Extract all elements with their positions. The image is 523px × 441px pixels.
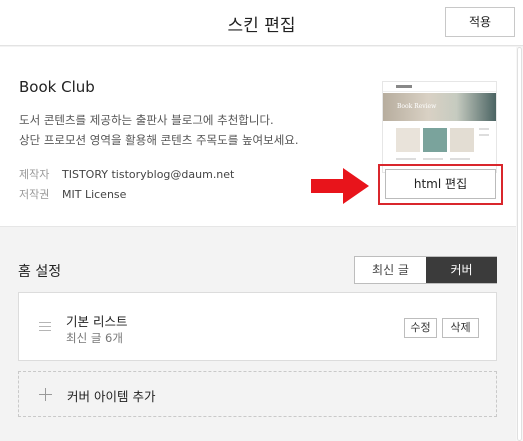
drag-handle-icon[interactable] — [39, 322, 51, 332]
maker-label: 제작자 — [19, 168, 50, 181]
thumbnail-card — [396, 128, 420, 152]
maker-row: 제작자 TISTORY tistoryblog@daum.net — [19, 166, 234, 182]
editor-header: 스킨 편집 적용 — [0, 0, 523, 46]
license-label: 저작권 — [19, 188, 50, 201]
add-cover-item-label: 커버 아이템 추가 — [67, 389, 156, 404]
thumbnail-card — [423, 128, 447, 152]
cover-item-subtitle: 최신 글 6개 — [66, 331, 123, 345]
thumbnail-card — [450, 128, 474, 152]
skin-info-panel: Book Club 도서 콘텐츠를 제공하는 출판사 블로그에 추천합니다. 상… — [0, 47, 523, 227]
skin-name: Book Club — [19, 78, 95, 96]
skin-description-line: 상단 프로모션 영역을 활용해 콘텐츠 주목도를 높여보세요. — [19, 133, 299, 147]
add-cover-item-button[interactable]: 커버 아이템 추가 — [18, 371, 497, 417]
home-settings-title: 홈 설정 — [18, 264, 62, 280]
scrollbar-thumb[interactable] — [517, 47, 522, 441]
license-row: 저작권 MIT License — [19, 186, 126, 202]
maker-value: TISTORY tistoryblog@daum.net — [62, 168, 235, 181]
html-edit-button[interactable]: html 편집 — [385, 169, 496, 199]
scrollbar[interactable] — [516, 47, 523, 441]
thumbnail-hero-text: Book Review — [397, 103, 437, 110]
tab-latest-posts[interactable]: 최신 글 — [355, 257, 426, 283]
license-value: MIT License — [62, 188, 127, 201]
pointer-arrow-icon — [311, 168, 369, 204]
skin-description: 도서 콘텐츠를 제공하는 출판사 블로그에 추천합니다. 상단 프로모션 영역을… — [19, 110, 299, 150]
tab-cover[interactable]: 커버 — [426, 257, 497, 283]
home-mode-toggle: 최신 글 커버 — [354, 256, 497, 284]
apply-button[interactable]: 적용 — [445, 7, 515, 37]
cover-item: 기본 리스트 최신 글 6개 수정 삭제 — [18, 292, 497, 361]
skin-thumbnail: Book Review — [382, 81, 497, 173]
skin-description-line: 도서 콘텐츠를 제공하는 출판사 블로그에 추천합니다. — [19, 113, 274, 127]
plus-icon — [39, 388, 52, 401]
edit-button[interactable]: 수정 — [404, 318, 437, 338]
cover-item-title: 기본 리스트 — [66, 314, 128, 329]
delete-button[interactable]: 삭제 — [442, 318, 479, 338]
